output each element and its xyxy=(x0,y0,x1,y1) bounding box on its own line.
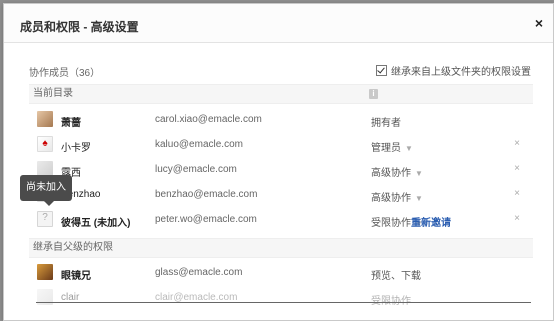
reinvite-link[interactable]: 重新邀请 xyxy=(411,214,451,229)
chevron-down-icon: ▼ xyxy=(415,169,423,178)
avatar-figure-icon: ♠ xyxy=(42,138,48,149)
permission-value: 管理员 xyxy=(371,143,401,154)
avatar: ? xyxy=(37,211,53,227)
member-row: Benzhao benzhao@emacle.com 高级协作 ▼ × xyxy=(29,183,533,207)
permission-dropdown[interactable]: 管理员 ▼ xyxy=(371,139,413,154)
section-title-inherited: 继承自父级的权限 xyxy=(33,242,113,253)
member-permission: 受限协作 xyxy=(371,292,411,307)
member-name: 眼镜兄 xyxy=(61,271,91,282)
inherited-member-row: clair clair@emacle.com 受限协作 xyxy=(29,286,533,310)
dialog-titlebar: 成员和权限 - 高级设置 × xyxy=(4,4,553,43)
inherit-permissions-label: 继承来自上级文件夹的权限设置 xyxy=(391,67,531,78)
member-email: kaluo@emacle.com xyxy=(155,139,243,150)
close-icon[interactable]: × xyxy=(535,16,543,30)
section-title-current: 当前目录 xyxy=(33,88,73,99)
member-permission: 预览、下载 xyxy=(371,271,421,282)
question-mark-icon: ? xyxy=(42,212,48,223)
remove-member-icon[interactable]: × xyxy=(514,213,520,224)
member-row: ♠ 小卡罗 kaluo@emacle.com 管理员 ▼ × xyxy=(29,133,533,157)
member-row: 露西 lucy@emacle.com 高级协作 ▼ × xyxy=(29,158,533,182)
checkbox-checked-icon[interactable] xyxy=(376,65,387,76)
permission-dropdown[interactable]: 高级协作 ▼ xyxy=(371,189,423,204)
avatar xyxy=(37,264,53,280)
avatar: ♠ xyxy=(37,136,53,152)
section-header-current: 当前目录 i xyxy=(29,84,533,104)
chevron-down-icon: ▼ xyxy=(405,144,413,153)
member-email: benzhao@emacle.com xyxy=(155,189,258,200)
member-permission: 拥有者 xyxy=(371,118,401,129)
remove-member-icon[interactable]: × xyxy=(514,188,520,199)
member-row: 萧蔷 carol.xiao@emacle.com 拥有者 xyxy=(29,108,533,132)
permission-dropdown[interactable]: 高级协作 ▼ xyxy=(371,164,423,179)
remove-member-icon[interactable]: × xyxy=(514,138,520,149)
member-email: glass@emacle.com xyxy=(155,267,243,278)
inherit-permissions-checkbox[interactable]: 继承来自上级文件夹的权限设置 xyxy=(376,63,531,78)
member-name: 萧蔷 xyxy=(61,118,81,129)
member-name: 彼得五 (未加入) xyxy=(61,218,131,229)
member-email: lucy@emacle.com xyxy=(155,164,237,175)
member-name: 小卡罗 xyxy=(61,143,91,154)
member-email: carol.xiao@emacle.com xyxy=(155,114,262,125)
scroll-divider xyxy=(36,302,531,303)
section-header-inherited: 继承自父级的权限 xyxy=(29,238,533,258)
permission-value: 高级协作 xyxy=(371,168,411,179)
member-row: ? 彼得五 (未加入) peter.wo@emacle.com 受限协作 ▼ 重新… xyxy=(29,208,533,232)
not-joined-tooltip: 尚未加入 xyxy=(20,175,72,206)
avatar xyxy=(37,111,53,127)
permission-value: 高级协作 xyxy=(371,193,411,204)
info-icon[interactable]: i xyxy=(369,89,378,99)
permissions-dialog: 成员和权限 - 高级设置 × 协作成员（36） 继承来自上级文件夹的权限设置 当… xyxy=(3,3,554,321)
member-email: peter.wo@emacle.com xyxy=(155,214,257,225)
chevron-down-icon: ▼ xyxy=(415,194,423,203)
remove-member-icon[interactable]: × xyxy=(514,163,520,174)
dialog-title: 成员和权限 - 高级设置 xyxy=(20,20,139,34)
members-count: 协作成员（36） xyxy=(29,68,101,79)
inherited-member-row: 眼镜兄 glass@emacle.com 预览、下载 xyxy=(29,261,533,285)
permission-value: 受限协作 xyxy=(371,218,411,229)
